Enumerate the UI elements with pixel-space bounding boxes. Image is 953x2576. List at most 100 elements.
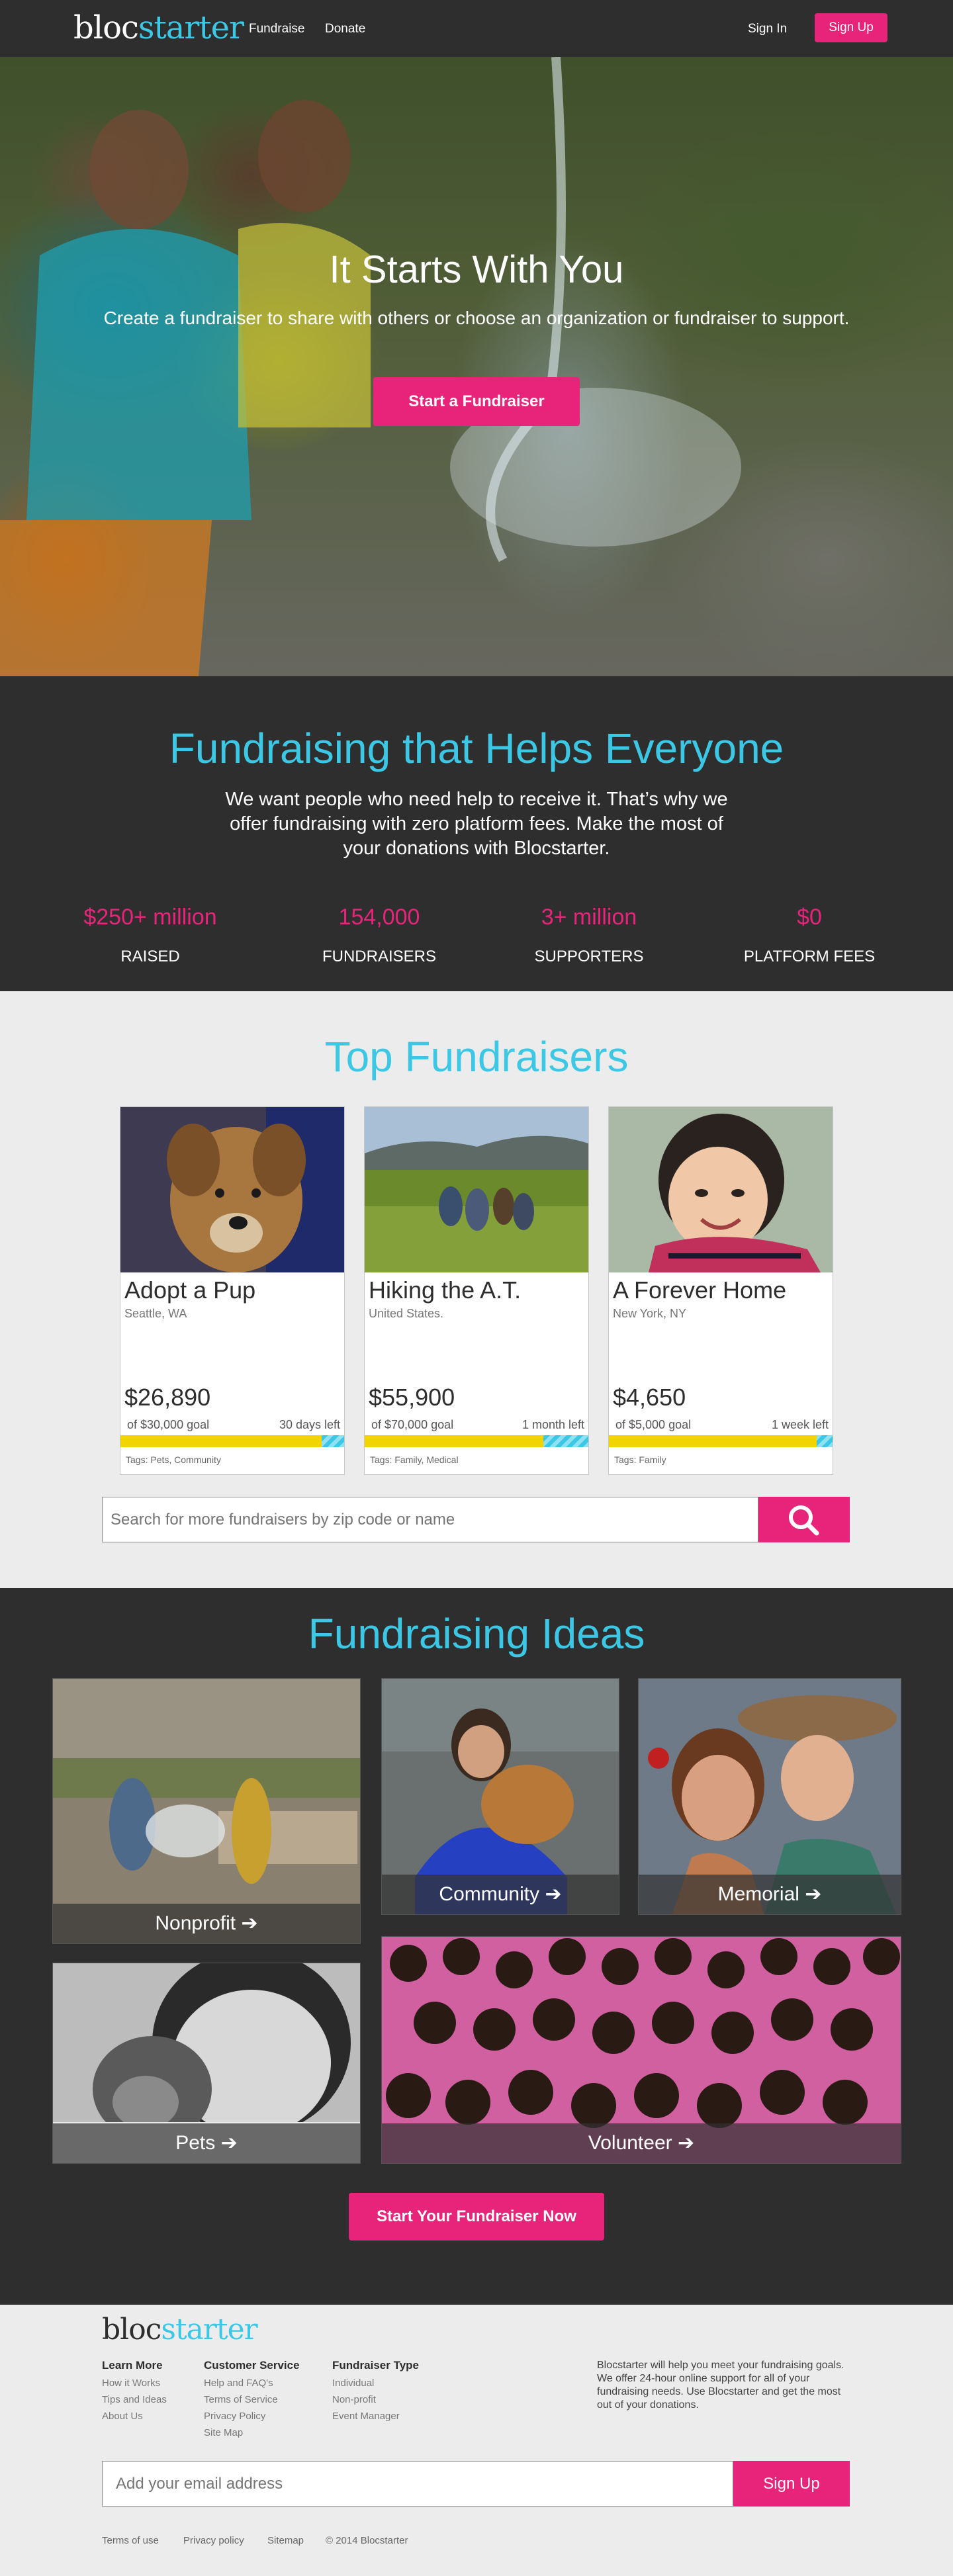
sign-in-link[interactable]: Sign In bbox=[748, 22, 787, 36]
progress-bar bbox=[609, 1435, 833, 1447]
fundraiser-card[interactable]: Adopt a Pup Seattle, WA $26,890 of $30,0… bbox=[120, 1106, 345, 1475]
idea-label: Memorial bbox=[717, 1883, 799, 1905]
idea-tile-memorial[interactable]: Memorial ➔ bbox=[638, 1678, 901, 1915]
arrow-right-icon: ➔ bbox=[677, 2132, 695, 2154]
progress-fill bbox=[120, 1435, 322, 1447]
arrow-right-icon: ➔ bbox=[805, 1883, 822, 1905]
fundraiser-title[interactable]: Hiking the A.T. bbox=[369, 1276, 521, 1304]
stat-fees-label: PLATFORM FEES bbox=[743, 948, 876, 965]
footer-link[interactable]: Tips and Ideas bbox=[102, 2391, 167, 2408]
footer: blocstarter Learn More How it Works Tips… bbox=[0, 2305, 953, 2576]
fundraiser-tags: Tags: Family, Medical bbox=[370, 1454, 459, 1465]
fundraiser-tags: Tags: Pets, Community bbox=[126, 1454, 221, 1465]
top-fundraisers-section: Top Fundraisers Adopt a Pup Seattle, WA … bbox=[0, 991, 953, 1588]
fundraiser-card[interactable]: A Forever Home New York, NY $4,650 of $5… bbox=[608, 1106, 833, 1475]
progress-bar bbox=[365, 1435, 588, 1447]
stat-supporters-value: 3+ million bbox=[541, 905, 637, 930]
footer-heading: Fundraiser Type bbox=[332, 2359, 419, 2372]
idea-tile-volunteer[interactable]: Volunteer ➔ bbox=[381, 1936, 901, 2164]
nav-link-donate[interactable]: Donate bbox=[325, 22, 365, 36]
footer-link[interactable]: Terms of Service bbox=[204, 2391, 300, 2408]
arrow-right-icon: ➔ bbox=[241, 1912, 258, 1934]
sitemap-link[interactable]: Sitemap bbox=[267, 2535, 304, 2546]
search-button[interactable] bbox=[758, 1497, 850, 1542]
fundraiser-goal: of $30,000 goal bbox=[127, 1418, 210, 1431]
idea-label: Nonprofit bbox=[155, 1912, 236, 1934]
footer-logo[interactable]: blocstarter bbox=[102, 2313, 258, 2346]
fundraiser-image-hikers bbox=[365, 1107, 588, 1272]
search-input[interactable] bbox=[103, 1497, 758, 1542]
fundraiser-time-left: 30 days left bbox=[279, 1418, 340, 1431]
idea-tile-nonprofit[interactable]: Nonprofit ➔ bbox=[52, 1678, 361, 1944]
idea-tile-pets[interactable]: Pets ➔ bbox=[52, 1963, 361, 2164]
ideas-title: Fundraising Ideas bbox=[308, 1610, 645, 1658]
fundraiser-title[interactable]: A Forever Home bbox=[613, 1276, 786, 1304]
stat-fundraisers-label: FUNDRAISERS bbox=[322, 948, 437, 965]
fundraiser-amount: $55,900 bbox=[369, 1384, 455, 1411]
fundraiser-amount: $26,890 bbox=[124, 1384, 211, 1411]
idea-label: Community bbox=[439, 1883, 540, 1905]
arrow-right-icon: ➔ bbox=[220, 2132, 238, 2154]
email-box bbox=[102, 2461, 733, 2507]
hero-background-image bbox=[0, 57, 741, 676]
fundraiser-title[interactable]: Adopt a Pup bbox=[124, 1276, 255, 1304]
fundraiser-goal: of $70,000 goal bbox=[371, 1418, 454, 1431]
stat-supporters-label: SUPPORTERS bbox=[534, 948, 644, 965]
search-icon bbox=[789, 1505, 819, 1536]
footer-column-learn-more: Learn More How it Works Tips and Ideas A… bbox=[102, 2359, 167, 2424]
fundraiser-image-dog bbox=[120, 1107, 344, 1272]
hero-title: It Starts With You bbox=[329, 248, 624, 291]
hero-section: It Starts With You Create a fundraiser t… bbox=[0, 57, 953, 676]
idea-tile-community[interactable]: Community ➔ bbox=[381, 1678, 619, 1915]
fundraiser-image-baby bbox=[609, 1107, 833, 1272]
footer-link[interactable]: Non-profit bbox=[332, 2391, 419, 2408]
top-fundraisers-title: Top Fundraisers bbox=[324, 1033, 629, 1081]
footer-link[interactable]: Event Manager bbox=[332, 2408, 419, 2424]
footer-sign-up-button[interactable]: Sign Up bbox=[733, 2461, 850, 2507]
footer-column-customer-service: Customer Service Help and FAQ's Terms of… bbox=[204, 2359, 300, 2441]
fundraiser-location: United States. bbox=[369, 1307, 444, 1320]
start-fundraiser-now-button[interactable]: Start Your Fundraiser Now bbox=[349, 2193, 604, 2241]
progress-fill bbox=[365, 1435, 544, 1447]
stats-description: We want people who need help to receive … bbox=[225, 789, 728, 859]
stats-title: Fundraising that Helps Everyone bbox=[169, 725, 784, 772]
nav-link-fundraise[interactable]: Fundraise bbox=[249, 22, 305, 36]
terms-of-use-link[interactable]: Terms of use bbox=[102, 2535, 159, 2546]
footer-heading: Learn More bbox=[102, 2359, 163, 2372]
sign-up-button[interactable]: Sign Up bbox=[815, 13, 887, 42]
fundraiser-time-left: 1 month left bbox=[522, 1418, 584, 1431]
fundraiser-location: New York, NY bbox=[613, 1307, 687, 1320]
footer-link[interactable]: Privacy Policy bbox=[204, 2408, 300, 2424]
footer-link[interactable]: About Us bbox=[102, 2408, 167, 2424]
privacy-policy-link[interactable]: Privacy policy bbox=[183, 2535, 244, 2546]
fundraiser-tags: Tags: Family bbox=[614, 1454, 666, 1465]
fundraiser-card[interactable]: Hiking the A.T. United States. $55,900 o… bbox=[364, 1106, 589, 1475]
footer-column-fundraiser-type: Fundraiser Type Individual Non-profit Ev… bbox=[332, 2359, 419, 2424]
progress-fill bbox=[609, 1435, 817, 1447]
footer-heading: Customer Service bbox=[204, 2359, 300, 2372]
footer-link[interactable]: How it Works bbox=[102, 2375, 167, 2391]
arrow-right-icon: ➔ bbox=[545, 1883, 562, 1905]
hero-subtitle: Create a fundraiser to share with others… bbox=[103, 308, 850, 328]
stat-fees-value: $0 bbox=[797, 905, 822, 930]
stats-section: Fundraising that Helps Everyone We want … bbox=[0, 676, 953, 991]
stat-raised-label: RAISED bbox=[120, 948, 180, 965]
footer-about-text: Blocstarter will help you meet your fund… bbox=[597, 2360, 844, 2411]
fundraiser-goal: of $5,000 goal bbox=[615, 1418, 692, 1431]
fundraising-ideas-section: Fundraising Ideas Nonprofit ➔ Community … bbox=[0, 1588, 953, 2305]
footer-link[interactable]: Individual bbox=[332, 2375, 419, 2391]
footer-link[interactable]: Site Map bbox=[204, 2424, 300, 2441]
idea-label: Pets bbox=[175, 2132, 216, 2154]
fundraiser-time-left: 1 week left bbox=[771, 1418, 829, 1431]
stat-fundraisers-value: 154,000 bbox=[338, 905, 420, 930]
progress-bar bbox=[120, 1435, 344, 1447]
email-input[interactable] bbox=[103, 2462, 733, 2506]
logo[interactable]: blocstarter bbox=[73, 9, 244, 46]
footer-link[interactable]: Help and FAQ's bbox=[204, 2375, 300, 2391]
idea-label: Volunteer bbox=[588, 2132, 672, 2154]
stat-raised-value: $250+ million bbox=[83, 905, 217, 930]
search-box bbox=[102, 1497, 758, 1542]
top-navbar: blocstarter Fundraise Donate Sign In Sig… bbox=[0, 0, 953, 57]
start-fundraiser-button[interactable]: Start a Fundraiser bbox=[373, 377, 580, 426]
fundraiser-location: Seattle, WA bbox=[124, 1307, 187, 1320]
